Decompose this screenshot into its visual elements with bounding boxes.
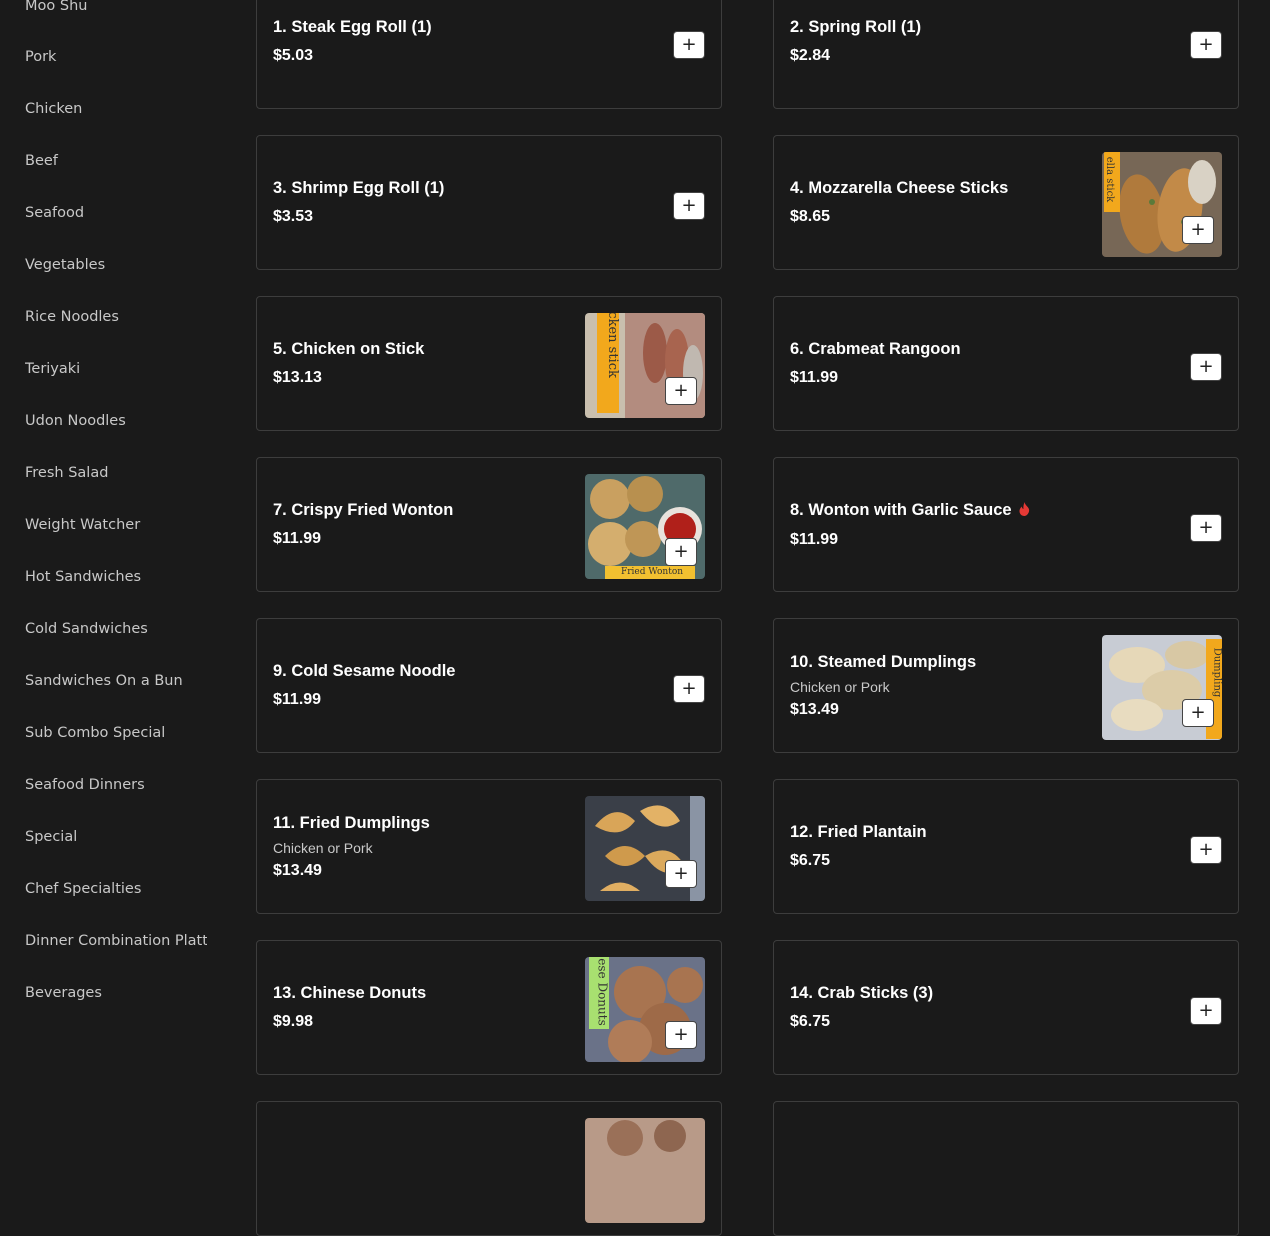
category-sidebar: Moo Shu Pork Chicken Beef Seafood Vegeta… [0,0,230,1133]
sidebar-item-hot-sandwiches[interactable]: Hot Sandwiches [25,563,207,591]
menu-item-card[interactable]: 4. Mozzarella Cheese Sticks $8.65 ella s… [773,135,1239,270]
item-description: Chicken or Pork [790,678,890,695]
menu-item-card[interactable]: 1. Steak Egg Roll (1) $5.03 + [256,0,722,109]
sidebar-item-sub-combo-special[interactable]: Sub Combo Special [25,719,207,747]
add-to-cart-button[interactable]: + [665,1021,697,1049]
add-to-cart-button[interactable]: + [665,538,697,566]
sidebar-item-seafood[interactable]: Seafood [25,199,207,227]
sidebar-item-cold-sandwiches[interactable]: Cold Sandwiches [25,615,207,643]
sidebar-item-weight-watcher[interactable]: Weight Watcher [25,511,207,539]
sidebar-item-chicken[interactable]: Chicken [25,95,207,123]
menu-item-photo [585,1118,705,1223]
item-price: $11.99 [273,691,322,708]
sidebar-item-beef[interactable]: Beef [25,147,207,175]
item-name: 4. Mozzarella Cheese Sticks [790,179,1009,197]
photo-label: Dumpling [1211,647,1222,698]
item-price: $5.03 [273,47,314,64]
sidebar-item-vegetables[interactable]: Vegetables [25,251,207,279]
menu-item-card[interactable]: 5. Chicken on Stick $13.13 icken stick + [256,296,722,431]
menu-item-card[interactable]: 9. Cold Sesame Noodle $11.99 + [256,618,722,753]
item-name: 10. Steamed Dumplings [790,652,977,671]
sidebar-item-special[interactable]: Special [25,823,207,851]
item-price: $13.49 [790,700,839,718]
item-price: $11.99 [790,530,839,548]
item-name: 3. Shrimp Egg Roll (1) [273,179,445,197]
menu-item-card[interactable]: 14. Crab Sticks (3) $6.75 + [773,940,1239,1075]
menu-item-card[interactable]: 10. Steamed Dumplings Chicken or Pork $1… [773,618,1239,753]
item-name-text: 8. Wonton with Garlic Sauce [790,500,1012,519]
menu-item-card[interactable] [773,1101,1239,1236]
item-price: $8.65 [790,208,831,225]
add-to-cart-button[interactable]: + [665,377,697,405]
sidebar-item-pork[interactable]: Pork [25,43,207,71]
item-name: 8. Wonton with Garlic Sauce [790,501,1090,521]
menu-item-card[interactable]: 11. Fried Dumplings Chicken or Pork $13.… [256,779,722,914]
add-to-cart-button[interactable]: + [673,192,705,220]
sidebar-item-beverages[interactable]: Beverages [25,979,207,1007]
add-to-cart-button[interactable]: + [1190,514,1222,542]
item-price: $6.75 [790,1013,831,1030]
item-name: 1. Steak Egg Roll (1) [273,18,432,36]
item-price: $13.49 [273,861,322,879]
item-price: $3.53 [273,208,314,225]
add-to-cart-button[interactable]: + [1182,699,1214,727]
sidebar-item-seafood-dinners[interactable]: Seafood Dinners [25,771,207,799]
sidebar-item-udon-noodles[interactable]: Udon Noodles [25,407,207,435]
menu-item-card[interactable] [256,1101,722,1236]
spicy-flame-icon [1018,501,1031,521]
add-to-cart-button[interactable]: + [1190,836,1222,864]
item-name: 13. Chinese Donuts [273,984,427,1002]
photo-label: icken stick [604,313,620,378]
menu-item-card[interactable]: 13. Chinese Donuts $9.98 ese Donuts + [256,940,722,1075]
menu-item-card[interactable]: 6. Crabmeat Rangoon $11.99 + [773,296,1239,431]
sidebar-item-teriyaki[interactable]: Teriyaki [25,355,207,383]
sidebar-item-chef-specialties[interactable]: Chef Specialties [25,875,207,903]
item-price: $2.84 [790,47,831,64]
add-to-cart-button[interactable]: + [1190,353,1222,381]
item-name: 2. Spring Roll (1) [790,18,922,36]
add-to-cart-button[interactable]: + [1182,216,1214,244]
item-price: $11.99 [273,530,322,547]
item-name: 5. Chicken on Stick [273,340,425,358]
item-price: $13.13 [273,369,322,386]
menu-item-card[interactable]: 3. Shrimp Egg Roll (1) $3.53 + [256,135,722,270]
item-name: 14. Crab Sticks (3) [790,984,934,1002]
add-to-cart-button[interactable]: + [1190,31,1222,59]
add-to-cart-button[interactable]: + [673,31,705,59]
sidebar-item-rice-noodles[interactable]: Rice Noodles [25,303,207,331]
photo-label: Fried Wonton [621,567,684,577]
sidebar-item-dinner-combination-platter[interactable]: Dinner Combination Platter [25,927,207,955]
add-to-cart-button[interactable]: + [665,860,697,888]
sidebar-item-sandwiches-on-a-bun[interactable]: Sandwiches On a Bun [25,667,207,695]
sidebar-item-moo-shu[interactable]: Moo Shu [25,0,207,20]
sidebar-item-fresh-salad[interactable]: Fresh Salad [25,459,207,487]
item-name: 9. Cold Sesame Noodle [273,662,456,680]
item-price: $11.99 [790,369,839,386]
item-price: $9.98 [273,1013,314,1030]
photo-label: ese Donuts [595,958,610,1026]
add-to-cart-button[interactable]: + [1190,997,1222,1025]
menu-item-card[interactable]: 8. Wonton with Garlic Sauce $11.99 + [773,457,1239,592]
item-name: 12. Fried Plantain [790,823,927,841]
menu-item-card[interactable]: 12. Fried Plantain $6.75 + [773,779,1239,914]
menu-item-card[interactable]: 2. Spring Roll (1) $2.84 + [773,0,1239,109]
item-name: 6. Crabmeat Rangoon [790,340,961,358]
add-to-cart-button[interactable]: + [673,675,705,703]
photo-label: ella stick [1104,156,1116,203]
item-description: Chicken or Pork [273,839,373,856]
menu-item-card[interactable]: 7. Crispy Fried Wonton $11.99 Fried Wont… [256,457,722,592]
item-name: 7. Crispy Fried Wonton [273,501,454,519]
item-name: 11. Fried Dumplings [273,813,430,832]
item-price: $6.75 [790,852,831,869]
